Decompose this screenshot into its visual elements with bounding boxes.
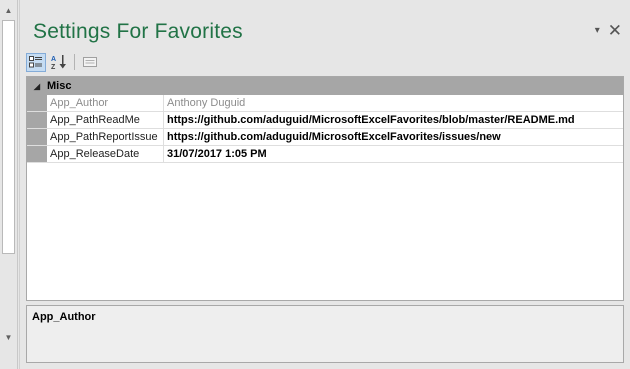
collapse-triangle-icon[interactable]: ◢ [27, 82, 47, 91]
pane-controls: ▾ ✕ [595, 22, 622, 39]
property-toolbar: A Z [26, 51, 100, 73]
alphabetical-sort-icon: A Z [51, 55, 66, 70]
toolbar-separator [74, 54, 75, 70]
property-value[interactable]: 31/07/2017 1:05 PM [164, 146, 623, 162]
svg-text:Z: Z [51, 64, 56, 70]
property-name[interactable]: App_PathReadMe [47, 112, 164, 128]
categorized-button[interactable] [26, 52, 46, 72]
pane-options-dropdown-icon[interactable]: ▾ [595, 25, 600, 36]
property-row-app-pathreadme[interactable]: App_PathReadMe https://github.com/adugui… [27, 112, 623, 129]
close-icon[interactable]: ✕ [608, 22, 622, 39]
property-pages-icon [83, 57, 97, 67]
row-gutter [27, 112, 47, 128]
property-row-app-releasedate[interactable]: App_ReleaseDate 31/07/2017 1:05 PM [27, 146, 623, 163]
property-grid[interactable]: ◢ Misc App_Author Anthony Duguid App_Pat… [26, 76, 624, 301]
property-name[interactable]: App_PathReportIssue [47, 129, 164, 145]
row-gutter [27, 129, 47, 145]
scroll-down-arrow-icon[interactable]: ▼ [0, 329, 17, 346]
property-row-app-pathreportissue[interactable]: App_PathReportIssue https://github.com/a… [27, 129, 623, 146]
categorized-icon [29, 56, 42, 68]
category-label: Misc [47, 80, 72, 92]
property-pages-button[interactable] [80, 53, 100, 72]
divider [19, 0, 20, 369]
property-value[interactable]: https://github.com/aduguid/MicrosoftExce… [164, 112, 623, 128]
property-row-app-author[interactable]: App_Author Anthony Duguid [27, 95, 623, 112]
left-scrollbar[interactable]: ▲ ▼ [0, 0, 18, 369]
alphabetical-sort-button[interactable]: A Z [49, 53, 69, 72]
property-value[interactable]: Anthony Duguid [164, 95, 623, 111]
row-gutter [27, 146, 47, 162]
category-misc[interactable]: ◢ Misc [27, 77, 623, 95]
scroll-up-arrow-icon[interactable]: ▲ [0, 2, 17, 19]
property-value[interactable]: https://github.com/aduguid/MicrosoftExce… [164, 129, 623, 145]
scroll-thumb[interactable] [2, 20, 15, 254]
svg-text:A: A [51, 56, 56, 63]
property-name[interactable]: App_Author [47, 95, 164, 111]
row-gutter [27, 95, 47, 111]
description-title: App_Author [32, 311, 96, 323]
property-name[interactable]: App_ReleaseDate [47, 146, 164, 162]
description-panel: App_Author [26, 305, 624, 363]
pane-title: Settings For Favorites [33, 20, 243, 43]
